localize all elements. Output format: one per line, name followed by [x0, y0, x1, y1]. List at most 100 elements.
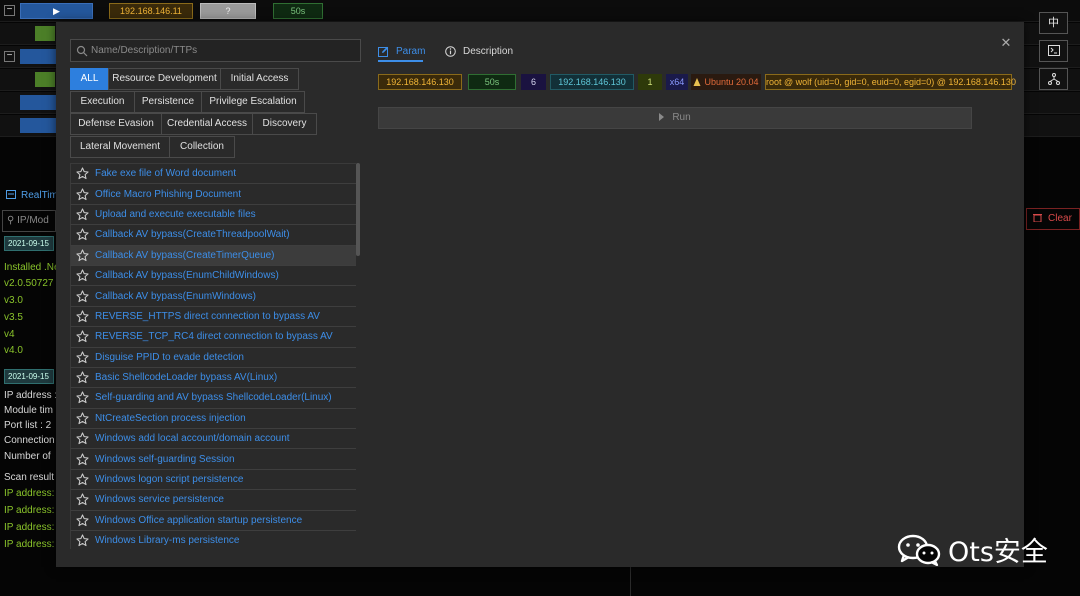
network-icon[interactable]	[1039, 68, 1068, 90]
list-item[interactable]: NtCreateSection process injection	[70, 408, 356, 430]
realtime-panel: RealTim ⚲ IP/Mod 2021-09-15 Installed .N…	[0, 182, 60, 596]
module-name: Callback AV bypass(EnumChildWindows)	[95, 270, 279, 282]
list-item[interactable]: Self-guarding and AV bypass ShellcodeLoa…	[70, 388, 356, 409]
tag-resource-development[interactable]: Resource Development	[108, 68, 221, 90]
list-item[interactable]: REVERSE_HTTPS direct connection to bypas…	[70, 306, 356, 328]
star-icon[interactable]	[76, 310, 89, 323]
module-list: Fake exe file of Word document Office Ma…	[70, 163, 356, 549]
list-item[interactable]: Windows add local account/domain account	[70, 429, 356, 450]
list-item[interactable]: REVERSE_TCP_RC4 direct connection to byp…	[70, 327, 356, 348]
log-line: Installed .Ne	[4, 262, 60, 273]
collapse-button[interactable]: −	[4, 51, 15, 62]
module-name: Callback AV bypass(CreateTimerQueue)	[95, 249, 275, 261]
star-icon[interactable]	[76, 289, 89, 303]
active-tab-indicator	[378, 60, 423, 62]
star-icon[interactable]	[76, 228, 89, 241]
tag-defense-evasion[interactable]: Defense Evasion	[70, 113, 162, 135]
list-item[interactable]: Office Macro Phishing Document	[70, 184, 356, 205]
list-item[interactable]: Windows Library-ms persistence	[70, 531, 356, 549]
host-ip-badge: 192.168.146.130	[378, 74, 462, 90]
module-search-input[interactable]	[91, 40, 351, 61]
star-icon[interactable]	[76, 351, 89, 364]
close-icon[interactable]: ✕	[1000, 36, 1012, 49]
list-item[interactable]: Basic ShellcodeLoader bypass AV(Linux)	[70, 367, 356, 389]
module-name: Callback AV bypass(EnumWindows)	[95, 290, 256, 302]
tag-discovery[interactable]: Discovery	[252, 113, 317, 135]
list-item[interactable]: Windows service persistence	[70, 490, 356, 511]
tag-lateral-movement[interactable]: Lateral Movement	[70, 135, 170, 158]
star-icon[interactable]	[76, 473, 89, 486]
star-icon[interactable]	[76, 330, 89, 343]
module-list-scrollbar[interactable]	[356, 163, 360, 256]
list-item[interactable]: Disguise PPID to evade detection	[70, 347, 356, 368]
realtime-title: RealTim	[6, 190, 58, 201]
star-icon[interactable]	[76, 432, 89, 445]
tag-initial-access[interactable]: Initial Access	[220, 68, 299, 90]
module-dialog: ALL Resource Development Initial Access …	[56, 22, 1024, 567]
tag-privilege-escalation[interactable]: Privilege Escalation	[201, 90, 305, 113]
module-name: Basic ShellcodeLoader bypass AV(Linux)	[95, 372, 278, 384]
star-icon[interactable]	[76, 493, 89, 506]
status-block	[35, 26, 55, 41]
module-name: Self-guarding and AV bypass ShellcodeLoa…	[95, 392, 332, 404]
module-search-box	[70, 39, 361, 62]
realtime-search-input[interactable]: ⚲ IP/Mod	[2, 210, 56, 232]
time-badge: 50s	[273, 3, 323, 19]
module-name: Windows Library-ms persistence	[95, 535, 240, 547]
star-icon[interactable]	[76, 249, 89, 262]
play-icon	[659, 113, 665, 122]
terminal-icon[interactable]	[1039, 40, 1068, 62]
list-item[interactable]: Upload and execute executable files	[70, 204, 356, 226]
tag-all[interactable]: ALL	[70, 68, 109, 90]
session-id-badge: 6	[521, 74, 546, 90]
star-icon[interactable]	[76, 167, 89, 180]
star-icon[interactable]	[76, 371, 89, 384]
module-name: Windows service persistence	[95, 494, 224, 506]
list-item[interactable]: Callback AV bypass(CreateThreadpoolWait)	[70, 225, 356, 246]
log-line: v3.0	[4, 295, 23, 306]
star-icon[interactable]	[76, 514, 89, 527]
log-line: v3.5	[4, 312, 23, 323]
tab-param[interactable]: Param	[378, 40, 425, 62]
log-line: IP address :	[4, 390, 58, 401]
module-name: Fake exe file of Word document	[95, 168, 236, 180]
star-icon[interactable]	[76, 534, 89, 547]
star-icon[interactable]	[76, 208, 89, 221]
module-name: REVERSE_TCP_RC4 direct connection to byp…	[95, 331, 333, 343]
divider	[630, 567, 631, 596]
star-icon[interactable]	[76, 412, 89, 425]
tag-execution[interactable]: Execution	[70, 90, 135, 113]
session-topbar: − ▶ 192.168.146.11 ? 50s	[0, 0, 1080, 22]
tag-persistence[interactable]: Persistence	[134, 90, 202, 113]
log-line: IP address:	[4, 539, 55, 550]
status-block	[20, 49, 56, 64]
tag-credential-access[interactable]: Credential Access	[161, 113, 253, 135]
module-name: REVERSE_HTTPS direct connection to bypas…	[95, 310, 320, 322]
list-item[interactable]: Windows self-guarding Session	[70, 449, 356, 470]
collapse-button[interactable]: −	[4, 5, 15, 16]
star-icon[interactable]	[76, 391, 89, 404]
host-ip-badge: 192.168.146.11	[109, 3, 193, 19]
module-name: NtCreateSection process injection	[95, 412, 246, 424]
language-button[interactable]: 中	[1039, 12, 1068, 34]
tab-description[interactable]: Description	[445, 40, 513, 62]
star-icon[interactable]	[76, 269, 89, 282]
log-line: IP address:	[4, 522, 55, 533]
run-button[interactable]: Run	[378, 107, 972, 129]
list-item[interactable]: Callback AV bypass(EnumChildWindows)	[70, 265, 356, 287]
watermark-text: Ots安全	[948, 537, 1048, 568]
clear-button[interactable]: Clear	[1026, 208, 1080, 230]
log-line: Port list : 2	[4, 420, 52, 431]
list-item[interactable]: Windows Office application startup persi…	[70, 510, 356, 532]
internal-ip-badge: 192.168.146.130	[550, 74, 634, 90]
star-icon[interactable]	[76, 453, 89, 466]
play-button[interactable]: ▶	[20, 3, 93, 19]
list-item[interactable]: Callback AV bypass(CreateTimerQueue)	[70, 245, 356, 266]
list-item[interactable]: Windows logon script persistence	[70, 469, 356, 491]
tag-collection[interactable]: Collection	[169, 135, 235, 158]
module-selector: ALL Resource Development Initial Access …	[70, 39, 362, 549]
list-item[interactable]: Fake exe file of Word document	[70, 164, 356, 185]
list-item[interactable]: Callback AV bypass(EnumWindows)	[70, 286, 356, 307]
star-icon[interactable]	[76, 187, 89, 201]
log-line: IP address:	[4, 505, 55, 516]
